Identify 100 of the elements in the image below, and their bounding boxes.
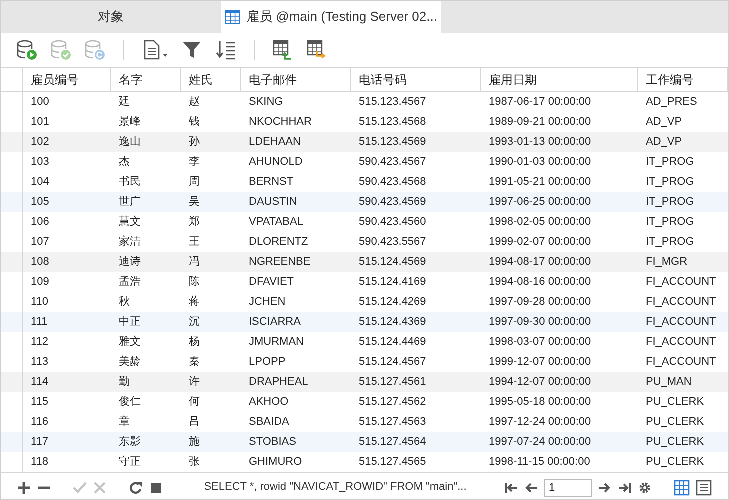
table-cell-text: 515.127.4562	[358, 394, 428, 410]
page-field[interactable]: 1	[544, 478, 592, 496]
table-cell-text: 1994-12-07 00:00:00	[488, 374, 592, 390]
table-cell-text: 王	[188, 234, 201, 250]
table-cell-text: 590.423.4567	[358, 154, 428, 170]
table-cell-text: 102	[30, 134, 50, 150]
settings-icon[interactable]	[638, 480, 652, 494]
stop-icon[interactable]	[149, 480, 163, 494]
column-header[interactable]: 名字	[111, 68, 181, 91]
table-cell-text: SKING	[248, 94, 284, 110]
table-cell-text: PU_CLERK	[645, 394, 706, 410]
table-cell-text: 1998-03-07 00:00:00	[488, 334, 592, 350]
tab[interactable]: 雇员 @main (Testing Server 02...	[221, 1, 441, 33]
first-page-icon[interactable]	[504, 480, 518, 494]
table-cell-text: FI_ACCOUNT	[645, 354, 718, 370]
table-cell-text: 117	[30, 434, 50, 450]
table-cell-text: 李	[188, 154, 201, 170]
column-header[interactable]: 姓氏	[181, 68, 241, 91]
table-cell-text: 112	[30, 334, 50, 350]
previous-page-icon[interactable]	[524, 480, 538, 494]
table-cell-text: 1990-01-03 00:00:00	[488, 154, 592, 170]
table-cell-text: 108	[30, 254, 50, 270]
table-cell-text: 590.423.5567	[358, 234, 428, 250]
last-page-icon[interactable]	[618, 480, 632, 494]
column-header[interactable]: 电话号码	[351, 68, 481, 91]
table-cell-text: 515.127.4563	[358, 414, 428, 430]
table-cell-text: 515.124.4269	[358, 294, 428, 310]
table-cell-text: 515.127.4561	[358, 374, 428, 390]
table-cell-text: IT_PROG	[645, 214, 696, 230]
column-header[interactable]: 雇用日期	[481, 68, 638, 91]
table-cell-text: 515.127.4565	[358, 454, 428, 470]
table-cell-text: ISCIARRA	[248, 314, 302, 330]
table-cell-text: GHIMURO	[248, 454, 304, 470]
table-cell-text: 景峰	[118, 114, 142, 130]
database-play-icon[interactable]	[15, 38, 39, 62]
table-cell-text: IT_PROG	[645, 154, 696, 170]
table-cell-text: DRAPHEAL	[248, 374, 310, 390]
table-cell-text: 守正	[118, 454, 142, 470]
table-cell-text: PU_CLERK	[645, 414, 706, 430]
table-cell-text: 515.123.4568	[358, 114, 428, 130]
table-cell-text: 美龄	[118, 354, 142, 370]
grid-view-icon[interactable]	[674, 480, 690, 496]
refresh-icon[interactable]	[129, 480, 143, 494]
table-cell-text: 何	[188, 394, 201, 410]
form-view-icon[interactable]	[696, 480, 712, 496]
table-cell-text: 郑	[188, 214, 201, 230]
table-cell-text: 迪诗	[118, 254, 142, 270]
table-cell-text: 1999-12-07 00:00:00	[488, 354, 592, 370]
table-cell-text: AD_VP	[645, 134, 684, 150]
table-cell-text: 1997-09-28 00:00:00	[488, 294, 592, 310]
table-cell-text: 勤	[118, 374, 131, 390]
table-cell-text: 1997-07-24 00:00:00	[488, 434, 592, 450]
table-cell-text: 515.124.4169	[358, 274, 428, 290]
table-cell-text: 钱	[188, 114, 201, 130]
table-cell-text: 100	[30, 94, 50, 110]
table-cell-text: 雅文	[118, 334, 142, 350]
table-cell-text: 515.123.4569	[358, 134, 428, 150]
table-cell-text: 103	[30, 154, 50, 170]
table-cell-text: 101	[30, 114, 50, 130]
table-cell-text: 1997-09-30 00:00:00	[488, 314, 592, 330]
table-cell-text: IT_PROG	[645, 194, 696, 210]
table-cell-text: 书民	[118, 174, 142, 190]
table-cell-text: FI_ACCOUNT	[645, 314, 718, 330]
table-cell-text: PU_MAN	[645, 374, 693, 390]
table-cell-text: SBAIDA	[248, 414, 290, 430]
table-cell-text: 590.423.4568	[358, 174, 428, 190]
table-cell-text: 吕	[188, 414, 201, 430]
table-cell-text: 110	[30, 294, 50, 310]
sort-icon[interactable]	[214, 38, 238, 62]
table-cell-text: PU_CLERK	[645, 434, 706, 450]
table-cell-text: IT_PROG	[645, 234, 696, 250]
add-icon[interactable]	[17, 480, 31, 494]
next-page-icon[interactable]	[598, 480, 612, 494]
table-cell-text: 1993-01-13 00:00:00	[488, 134, 592, 150]
table-cell-text: 冯	[188, 254, 201, 270]
table-cell-text: 1999-02-07 00:00:00	[488, 234, 592, 250]
table-cell-text: JCHEN	[248, 294, 287, 310]
table-cell-text: 114	[30, 374, 50, 390]
table-cell-text: 中正	[118, 314, 142, 330]
table-cell-text: 施	[188, 434, 201, 450]
table-cell-text: 家洁	[118, 234, 142, 250]
table-cell-text: 沉	[188, 314, 201, 330]
table-cell-text: LPOPP	[248, 354, 287, 370]
table-cell-text: 廷	[118, 94, 131, 110]
table-cell-text: 东影	[118, 434, 142, 450]
table-cell-text: 章	[118, 414, 131, 430]
table-cell-text: 515.124.4569	[358, 254, 428, 270]
column-header[interactable]: 雇员编号	[23, 68, 111, 91]
column-header[interactable]: 工作编号	[638, 68, 728, 91]
table-cell-text: 杨	[188, 334, 201, 350]
table-cell-text: 孟浩	[118, 274, 142, 290]
table-cell-text: 1987-06-17 00:00:00	[488, 94, 592, 110]
table-cell-text: 111	[30, 314, 49, 330]
table-cell-text: FI_MGR	[645, 254, 689, 270]
table-cell-text: BERNST	[248, 174, 295, 190]
table-cell-text: 590.423.4560	[358, 214, 428, 230]
table-cell-text: 秦	[188, 354, 201, 370]
column-header[interactable]: 电子邮件	[241, 68, 351, 91]
table-cell-text: 世广	[118, 194, 142, 210]
table-cell-text: 1997-06-25 00:00:00	[488, 194, 592, 210]
